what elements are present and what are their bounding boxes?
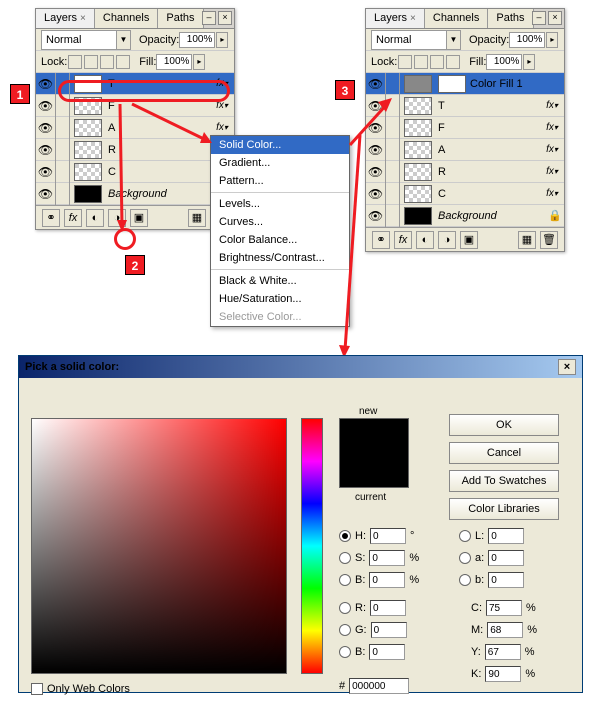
g-row: G: (339, 622, 407, 638)
web-colors-row: Only Web Colors (31, 683, 130, 695)
hex-row: # (339, 678, 409, 694)
l-field[interactable] (488, 528, 524, 544)
saturation-value-field[interactable] (31, 418, 287, 674)
lab-b-field[interactable] (488, 572, 524, 588)
g-field[interactable] (371, 622, 407, 638)
sat-field[interactable] (369, 550, 405, 566)
r-field[interactable] (370, 600, 406, 616)
hue-radio[interactable] (339, 530, 351, 542)
r-radio[interactable] (339, 602, 351, 614)
hue-slider[interactable] (301, 418, 323, 674)
label-new: new (359, 406, 377, 417)
y-row: Y:% (471, 644, 535, 660)
b-field[interactable] (369, 644, 405, 660)
color-picker-dialog: Pick a solid color: × new current OK Can… (18, 355, 583, 693)
dialog-title: Pick a solid color: (25, 361, 119, 373)
k-row: K:% (471, 666, 535, 682)
l-row: L: (459, 528, 524, 544)
sat-radio[interactable] (339, 552, 351, 564)
hue-row: H:° (339, 528, 414, 544)
lab-b-radio[interactable] (459, 574, 471, 586)
a-row: a: (459, 550, 524, 566)
label-current: current (355, 492, 386, 503)
dialog-titlebar: Pick a solid color: × (19, 356, 582, 378)
callout-arrows (0, 0, 600, 380)
l-radio[interactable] (459, 530, 471, 542)
hue-field[interactable] (370, 528, 406, 544)
g-radio[interactable] (339, 624, 351, 636)
web-colors-checkbox[interactable] (31, 683, 43, 695)
m-field[interactable] (487, 622, 523, 638)
a-field[interactable] (488, 550, 524, 566)
k-field[interactable] (485, 666, 521, 682)
lab-b-row: b: (459, 572, 524, 588)
bri-field[interactable] (369, 572, 405, 588)
color-libraries-button[interactable]: Color Libraries (449, 498, 559, 520)
m-row: M:% (471, 622, 537, 638)
c-row: C:% (471, 600, 536, 616)
close-button[interactable]: × (558, 359, 576, 375)
b-row: B: (339, 644, 405, 660)
c-field[interactable] (486, 600, 522, 616)
color-preview (339, 418, 409, 488)
ok-button[interactable]: OK (449, 414, 559, 436)
bri-row: B:% (339, 572, 419, 588)
cancel-button[interactable]: Cancel (449, 442, 559, 464)
hex-field[interactable] (349, 678, 409, 694)
r-row: R: (339, 600, 406, 616)
bri-radio[interactable] (339, 574, 351, 586)
y-field[interactable] (485, 644, 521, 660)
sat-row: S:% (339, 550, 419, 566)
add-swatches-button[interactable]: Add To Swatches (449, 470, 559, 492)
b-radio[interactable] (339, 646, 351, 658)
a-radio[interactable] (459, 552, 471, 564)
